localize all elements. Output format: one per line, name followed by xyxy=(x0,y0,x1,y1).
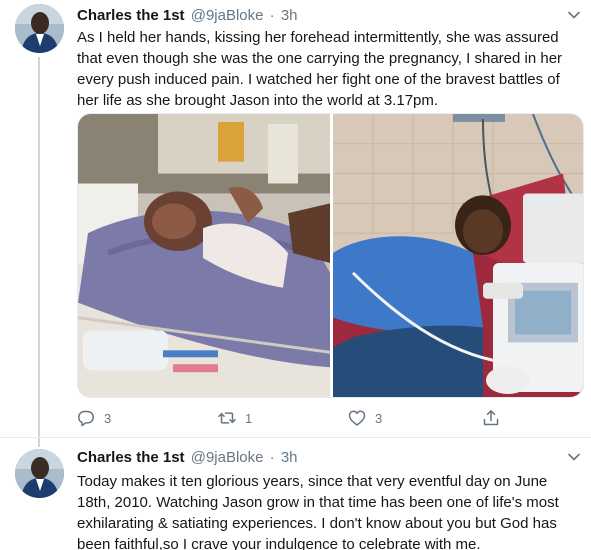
tweet-header: Charles the 1st @9jaBloke · 3h xyxy=(77,448,298,468)
thread-line xyxy=(38,57,40,447)
like-button[interactable]: 3 xyxy=(348,405,382,431)
reply-icon xyxy=(78,410,94,427)
like-count: 3 xyxy=(375,410,383,426)
newborn-photo[interactable] xyxy=(78,114,330,397)
tweet-text: As I held her hands, kissing her forehea… xyxy=(77,29,563,109)
chevron-down-icon[interactable] xyxy=(567,450,581,464)
timestamp[interactable]: 3h xyxy=(281,7,298,24)
retweet-icon xyxy=(218,412,236,424)
separator-dot: · xyxy=(269,7,275,24)
share-icon xyxy=(483,410,499,426)
avatar[interactable] xyxy=(15,449,64,498)
display-name[interactable]: Charles the 1st xyxy=(77,449,185,466)
reply-count: 3 xyxy=(104,410,112,426)
user-handle[interactable]: @9jaBloke xyxy=(191,7,264,24)
mother-photo[interactable] xyxy=(333,114,584,397)
tweet-text: Today makes it ten glorious years, since… xyxy=(77,473,559,550)
tweet-actions: 3 1 3 xyxy=(77,405,537,431)
share-button[interactable] xyxy=(482,405,500,431)
tweet[interactable]: Charles the 1st @9jaBloke · 3h Today mak… xyxy=(0,437,591,550)
tweet-header: Charles the 1st @9jaBloke · 3h xyxy=(77,6,298,26)
media-grid xyxy=(77,113,584,398)
user-handle[interactable]: @9jaBloke xyxy=(191,449,264,466)
reply-button[interactable]: 3 xyxy=(77,405,111,431)
chevron-down-icon[interactable] xyxy=(567,8,581,22)
separator-dot: · xyxy=(269,449,275,466)
retweet-button[interactable]: 1 xyxy=(218,405,252,431)
tweet[interactable]: Charles the 1st @9jaBloke · 3h As I held… xyxy=(0,0,591,447)
avatar[interactable] xyxy=(15,4,64,53)
retweet-count: 1 xyxy=(245,410,253,426)
timestamp[interactable]: 3h xyxy=(281,449,298,466)
heart-icon xyxy=(348,410,366,426)
display-name[interactable]: Charles the 1st xyxy=(77,7,185,24)
